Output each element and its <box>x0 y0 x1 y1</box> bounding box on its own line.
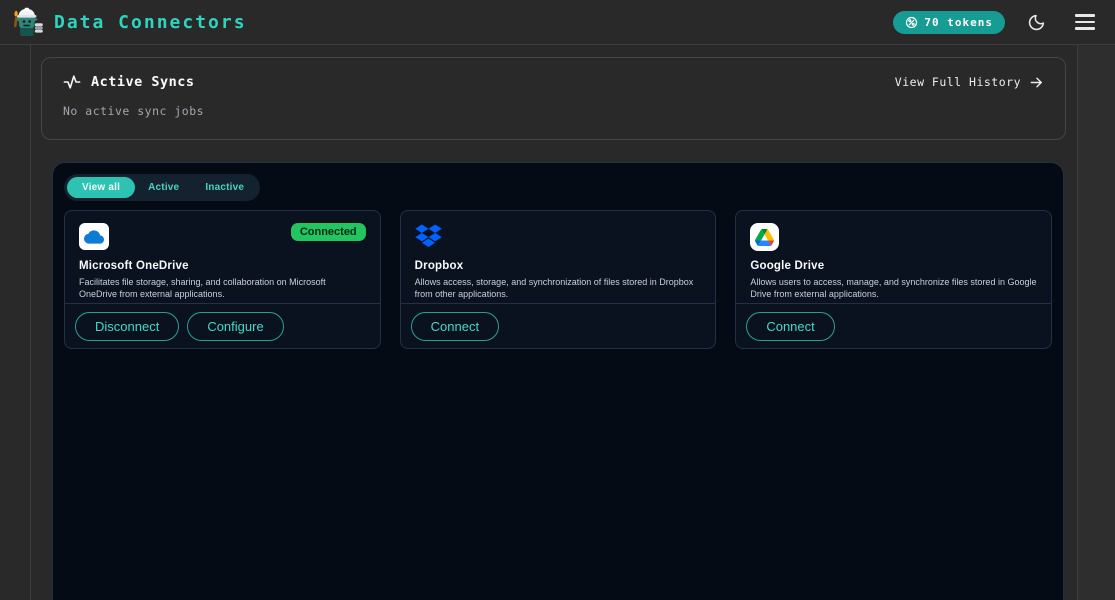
tokens-label: 70 tokens <box>924 16 993 29</box>
active-syncs-card: Active Syncs View Full History No active… <box>41 57 1066 140</box>
tab-active[interactable]: Active <box>135 177 192 198</box>
disconnect-button[interactable]: Disconnect <box>75 312 179 341</box>
connector-cards-grid: Connected Microsoft OneDrive Facilitates… <box>64 210 1052 349</box>
connector-card-dropbox: Dropbox Allows access, storage, and sync… <box>400 210 717 349</box>
connector-filter-tabs: View all Active Inactive <box>64 174 260 201</box>
connector-name: Google Drive <box>750 260 1037 272</box>
menu-button[interactable] <box>1069 6 1101 38</box>
view-full-history-label: View Full History <box>895 75 1021 89</box>
google-drive-icon <box>750 223 779 251</box>
content-region: Active Syncs View Full History No active… <box>30 45 1078 600</box>
active-syncs-empty-message: No active sync jobs <box>63 104 1044 118</box>
moon-icon <box>1028 13 1046 31</box>
active-syncs-title: Active Syncs <box>91 74 195 90</box>
goblin-mascot-icon <box>8 4 44 40</box>
status-badge: Connected <box>291 223 366 241</box>
scrollbar-track[interactable] <box>1078 46 1115 600</box>
hamburger-menu-icon <box>1075 14 1095 29</box>
connector-description: Allows users to access, manage, and sync… <box>750 276 1037 300</box>
tab-view-all[interactable]: View all <box>67 177 135 198</box>
connect-button[interactable]: Connect <box>746 312 834 341</box>
dropbox-icon <box>415 224 442 247</box>
app-header: Data Connectors 70 tokens <box>0 0 1115 45</box>
onedrive-cloud-icon <box>79 223 109 250</box>
tokens-badge[interactable]: 70 tokens <box>893 11 1005 34</box>
page-title: Data Connectors <box>54 12 247 33</box>
connector-card-google-drive: Google Drive Allows users to access, man… <box>735 210 1052 349</box>
connector-name: Microsoft OneDrive <box>79 260 366 272</box>
connect-button[interactable]: Connect <box>411 312 499 341</box>
activity-pulse-icon <box>63 73 81 91</box>
connector-description: Facilitates file storage, sharing, and c… <box>79 276 366 300</box>
connectors-panel: View all Active Inactive Connected M <box>52 162 1064 600</box>
connector-description: Allows access, storage, and synchronizat… <box>415 276 702 300</box>
tab-inactive[interactable]: Inactive <box>192 177 257 198</box>
arrow-right-icon <box>1029 75 1044 90</box>
connector-card-onedrive: Connected Microsoft OneDrive Facilitates… <box>64 210 381 349</box>
coins-icon <box>905 16 918 29</box>
theme-toggle-button[interactable] <box>1021 6 1053 38</box>
connector-name: Dropbox <box>415 260 702 272</box>
configure-button[interactable]: Configure <box>187 312 283 341</box>
view-full-history-link[interactable]: View Full History <box>895 75 1044 90</box>
